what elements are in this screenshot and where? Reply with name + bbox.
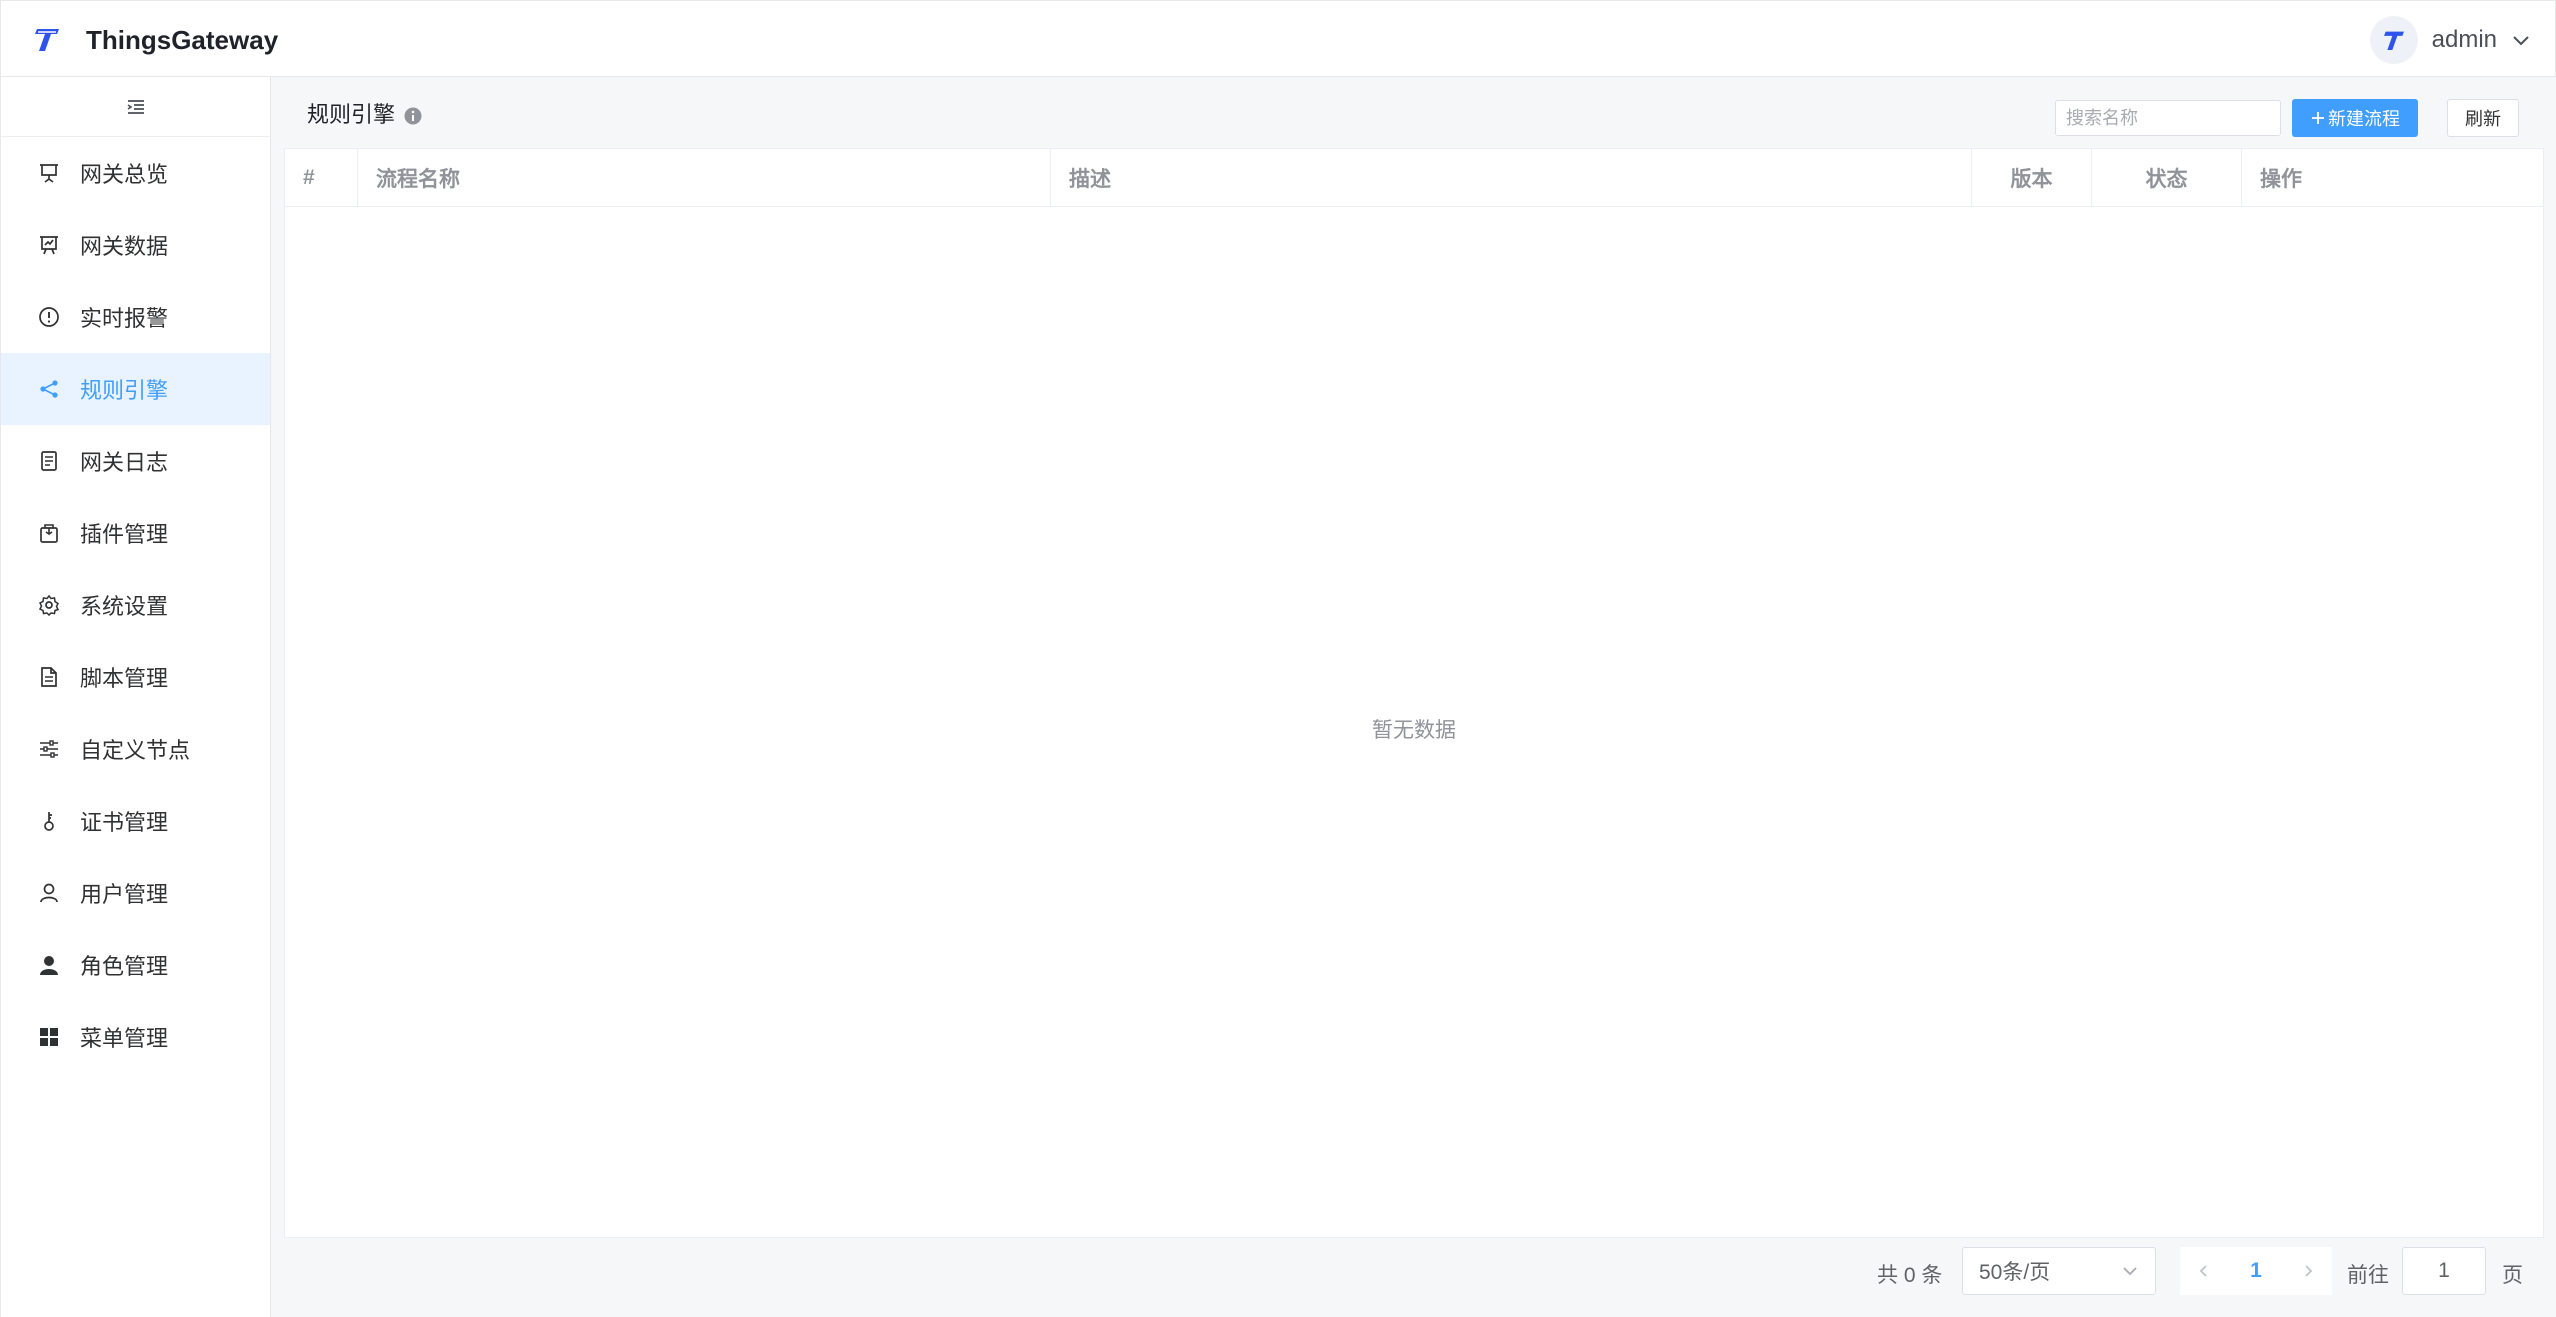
- package-icon: [40, 524, 58, 543]
- sidebar-item-label: 网关总览: [80, 162, 169, 187]
- new-flow-label: 新建流程: [2328, 109, 2400, 129]
- prev-page-button[interactable]: [2180, 1247, 2228, 1295]
- empty-state-text: 暂无数据: [1372, 719, 1456, 742]
- goto-page-input[interactable]: [2402, 1247, 2486, 1295]
- sidebar-item-role-management[interactable]: 角色管理: [1, 929, 270, 1001]
- avatar[interactable]: [2369, 16, 2418, 64]
- sidebar-item-gateway-data[interactable]: 网关数据: [1, 209, 270, 281]
- panel-header: 规则引擎 新建流程 刷新: [272, 78, 2556, 148]
- app-title: ThingsGateway: [86, 25, 279, 55]
- sidebar-item-label: 角色管理: [80, 954, 169, 979]
- sidebar-item-rule-engine[interactable]: 规则引擎: [1, 353, 270, 425]
- new-flow-button[interactable]: 新建流程: [2292, 99, 2418, 137]
- grid-icon: [40, 1028, 58, 1046]
- sidebar-item-label: 菜单管理: [80, 1026, 169, 1051]
- sidebar-item-label: 网关日志: [80, 450, 169, 475]
- alert-circle-icon: [39, 307, 59, 327]
- chart-board-icon: [40, 236, 58, 255]
- pagination-total: 共 0 条: [1877, 1264, 1943, 1287]
- page-title: 规则引擎: [307, 102, 396, 127]
- sliders-icon: [40, 740, 58, 758]
- key-icon: [44, 812, 54, 831]
- sidebar-item-label: 系统设置: [80, 594, 169, 619]
- document-list-icon: [41, 451, 57, 471]
- sidebar-item-certificate-management[interactable]: 证书管理: [1, 785, 270, 857]
- refresh-button[interactable]: 刷新: [2447, 99, 2519, 137]
- top-header: ThingsGateway admin: [0, 0, 2556, 77]
- user-filled-icon: [40, 956, 58, 975]
- sidebar-item-script-management[interactable]: 脚本管理: [1, 641, 270, 713]
- menu-fold-icon[interactable]: [125, 96, 147, 118]
- info-icon[interactable]: [404, 107, 422, 125]
- sidebar-item-label: 脚本管理: [80, 666, 169, 691]
- main-content: 规则引擎 新建流程 刷新 # 流程名称 描述 版本 状态 操作 暂无数据 共 0…: [272, 78, 2556, 1317]
- user-name[interactable]: admin: [2432, 26, 2497, 54]
- chevron-down-icon: [2123, 1267, 2137, 1276]
- user-outline-icon: [40, 883, 58, 903]
- sidebar-item-user-management[interactable]: 用户管理: [1, 857, 270, 929]
- sidebar-item-plugin-management[interactable]: 插件管理: [1, 497, 270, 569]
- sidebar-item-label: 自定义节点: [80, 738, 191, 763]
- sidebar-item-gateway-overview[interactable]: 网关总览: [1, 137, 270, 209]
- chevron-down-icon[interactable]: [2511, 30, 2531, 50]
- chevron-left-icon: [2199, 1265, 2207, 1277]
- page-size-value: 50条/页: [1979, 1261, 2051, 1284]
- presentation-icon: [40, 164, 58, 183]
- sidebar-item-label: 用户管理: [80, 882, 169, 907]
- sidebar-item-custom-node[interactable]: 自定义节点: [1, 713, 270, 785]
- gear-icon: [38, 594, 60, 616]
- flow-table: # 流程名称 描述 版本 状态 操作 暂无数据: [284, 148, 2544, 1238]
- sidebar-item-label: 证书管理: [80, 810, 169, 835]
- sidebar-collapse-button[interactable]: [1, 77, 270, 137]
- page-suffix-label: 页: [2502, 1264, 2523, 1287]
- sidebar-item-gateway-log[interactable]: 网关日志: [1, 425, 270, 497]
- sidebar-item-label: 实时报警: [80, 306, 169, 331]
- sidebar-item-menu-management[interactable]: 菜单管理: [1, 1001, 270, 1073]
- sidebar-item-label: 插件管理: [80, 522, 169, 547]
- share-icon: [40, 380, 58, 398]
- page-number-current[interactable]: 1: [2228, 1247, 2284, 1295]
- plus-icon: [2312, 112, 2324, 124]
- sidebar-item-label: 规则引擎: [80, 378, 169, 403]
- search-input[interactable]: [2055, 100, 2281, 136]
- page-size-select[interactable]: 50条/页: [1962, 1247, 2156, 1295]
- refresh-label: 刷新: [2465, 109, 2501, 129]
- sidebar-item-system-settings[interactable]: 系统设置: [1, 569, 270, 641]
- goto-label: 前往: [2347, 1264, 2389, 1287]
- next-page-button[interactable]: [2284, 1247, 2332, 1295]
- sidebar-item-realtime-alarm[interactable]: 实时报警: [1, 281, 270, 353]
- sidebar: 网关总览 网关数据 实时报警 规则引擎 网关日志 插件管理 系统设置 脚本管理 …: [0, 77, 271, 1317]
- things-gateway-logo[interactable]: [29, 21, 65, 57]
- chevron-right-icon: [2305, 1265, 2313, 1277]
- user-menu[interactable]: admin: [2369, 15, 2531, 65]
- file-text-icon: [41, 667, 57, 687]
- avatar-logo-icon: [2383, 31, 2404, 50]
- sidebar-item-label: 网关数据: [80, 234, 169, 259]
